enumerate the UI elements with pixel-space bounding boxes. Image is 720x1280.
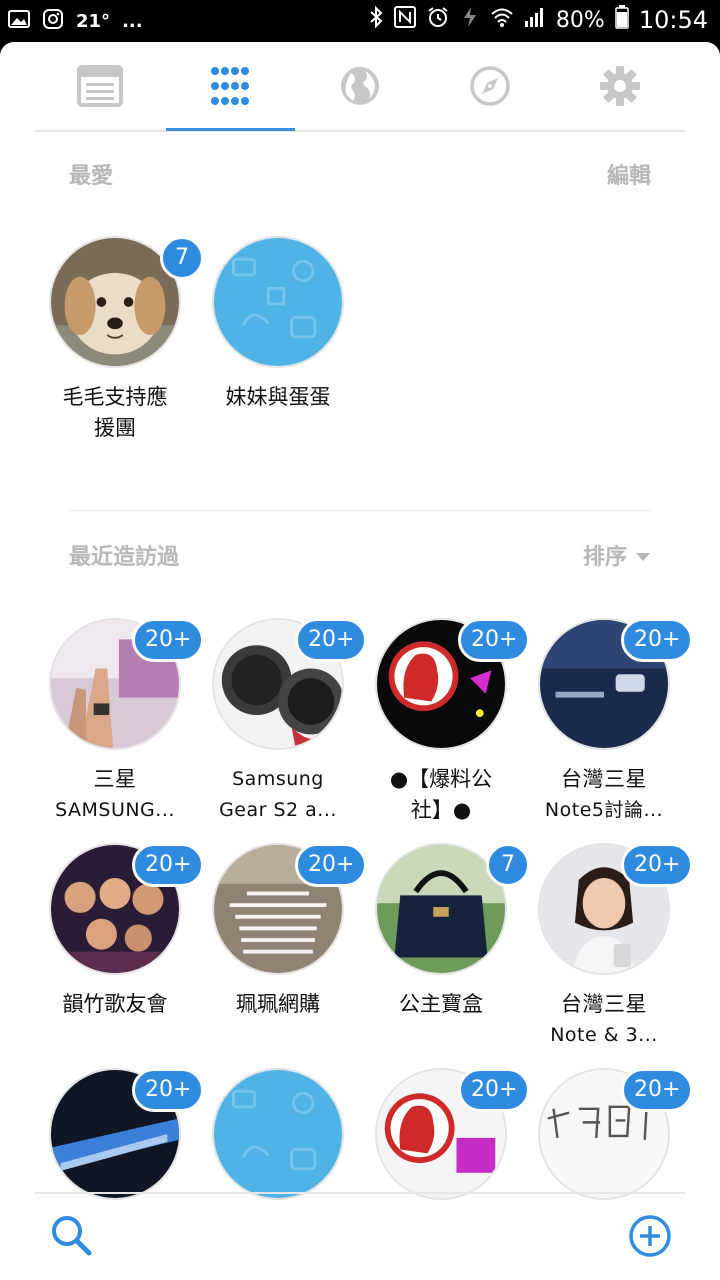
recent-item[interactable]: 20+ <box>40 1068 204 1200</box>
notification-badge: 20+ <box>621 1068 693 1112</box>
bluetooth-icon <box>368 5 384 35</box>
recent-item[interactable]: 20+ <box>366 1068 530 1200</box>
tab-browser[interactable] <box>70 60 130 116</box>
notification-badge: 20+ <box>621 843 693 887</box>
tab-bar <box>35 42 685 132</box>
item-label: 公主寶盒 <box>399 992 483 1016</box>
gear-icon <box>599 65 641 111</box>
recent-item[interactable]: 20+ 台灣三星 Note & 3... <box>529 843 693 1046</box>
notification-badge: 20+ <box>621 618 693 662</box>
compass-icon <box>469 65 511 111</box>
wifi-icon <box>490 6 514 34</box>
notification-badge: 20+ <box>295 618 367 662</box>
chevron-down-icon <box>635 543 651 568</box>
notification-badge: 20+ <box>132 618 204 662</box>
recent-item[interactable]: 20+ 韻竹歌友會 <box>40 843 204 1043</box>
bookmarks-panel: 最愛 編輯 7 毛毛支持應 援團 妹妹與蛋蛋 最近造訪過 排序 20+ 三星 S… <box>0 42 720 1280</box>
recent-item[interactable]: 20+ 珮珮網購 <box>203 843 367 1043</box>
battery-icon <box>615 5 629 35</box>
notification-badge: 7 <box>160 236 204 280</box>
tab-discover[interactable] <box>460 60 520 116</box>
recent-item[interactable]: 20+ 台灣三星 Note5討論... <box>529 618 693 821</box>
edit-favorites-button[interactable]: 編輯 <box>607 158 651 190</box>
add-button[interactable] <box>628 1214 672 1258</box>
item-label: ●【爆料公 社】● <box>389 767 493 822</box>
instagram-icon <box>42 8 64 34</box>
signal-icon <box>524 6 546 34</box>
apps-grid-icon <box>210 66 250 110</box>
notification-badge: 7 <box>486 843 530 887</box>
sort-label: 排序 <box>582 545 627 570</box>
active-tab-indicator <box>166 128 295 131</box>
tab-apps[interactable] <box>200 60 260 116</box>
item-label: 三星 SAMSUNG... <box>55 767 175 821</box>
recent-item[interactable]: 20+ <box>529 1068 693 1200</box>
favorite-item[interactable]: 7 毛毛支持應 援團 <box>40 236 204 440</box>
section-divider <box>68 510 652 511</box>
item-label: Samsung Gear S2 a... <box>219 768 337 821</box>
recent-item[interactable] <box>203 1068 353 1200</box>
item-label: 毛毛支持應 援團 <box>62 385 168 440</box>
item-label: 台灣三星 Note5討論... <box>544 767 664 821</box>
favorites-title: 最愛 <box>69 164 114 189</box>
search-button[interactable] <box>50 1214 94 1258</box>
recent-title: 最近造訪過 <box>69 545 180 570</box>
battery-percent: 80% <box>555 7 605 33</box>
bottom-divider <box>35 1192 685 1194</box>
notification-badge: 20+ <box>458 618 530 662</box>
notification-badge: 20+ <box>132 1068 204 1112</box>
notification-badge: 20+ <box>132 843 204 887</box>
recent-item[interactable]: 7 公主寶盒 <box>366 843 530 1043</box>
browser-icon <box>77 65 123 111</box>
item-label: 珮珮網購 <box>236 992 320 1016</box>
alarm-icon <box>426 5 450 35</box>
notification-badge: 20+ <box>295 843 367 887</box>
recent-item[interactable]: 20+ ●【爆料公 社】● <box>366 618 530 822</box>
tab-web[interactable] <box>330 60 390 116</box>
nfc-icon <box>393 6 416 34</box>
sort-button[interactable]: 排序 <box>583 539 651 571</box>
favorite-item[interactable]: 妹妹與蛋蛋 <box>203 236 353 436</box>
globe-icon <box>339 65 381 111</box>
tab-settings[interactable] <box>590 60 650 116</box>
search-icon <box>50 1216 94 1262</box>
clock: 10:54 <box>638 6 708 34</box>
data-saver-icon <box>460 5 480 35</box>
status-bar: 21° ... 80% 10:54 <box>0 0 720 42</box>
gallery-icon <box>8 8 30 34</box>
item-label: 韻竹歌友會 <box>62 992 168 1016</box>
temperature-text: 21° <box>76 10 111 32</box>
recent-item[interactable]: 20+ Samsung Gear S2 a... <box>203 618 367 821</box>
plus-circle-icon <box>628 1215 672 1262</box>
notification-badge: 20+ <box>458 1068 530 1112</box>
recent-item[interactable]: 20+ 三星 SAMSUNG... <box>40 618 204 821</box>
avatar <box>212 236 344 368</box>
item-label: 妹妹與蛋蛋 <box>225 385 331 409</box>
item-label: 台灣三星 Note & 3... <box>550 992 658 1046</box>
avatar <box>212 1068 344 1200</box>
more-notifications: ... <box>122 10 143 32</box>
